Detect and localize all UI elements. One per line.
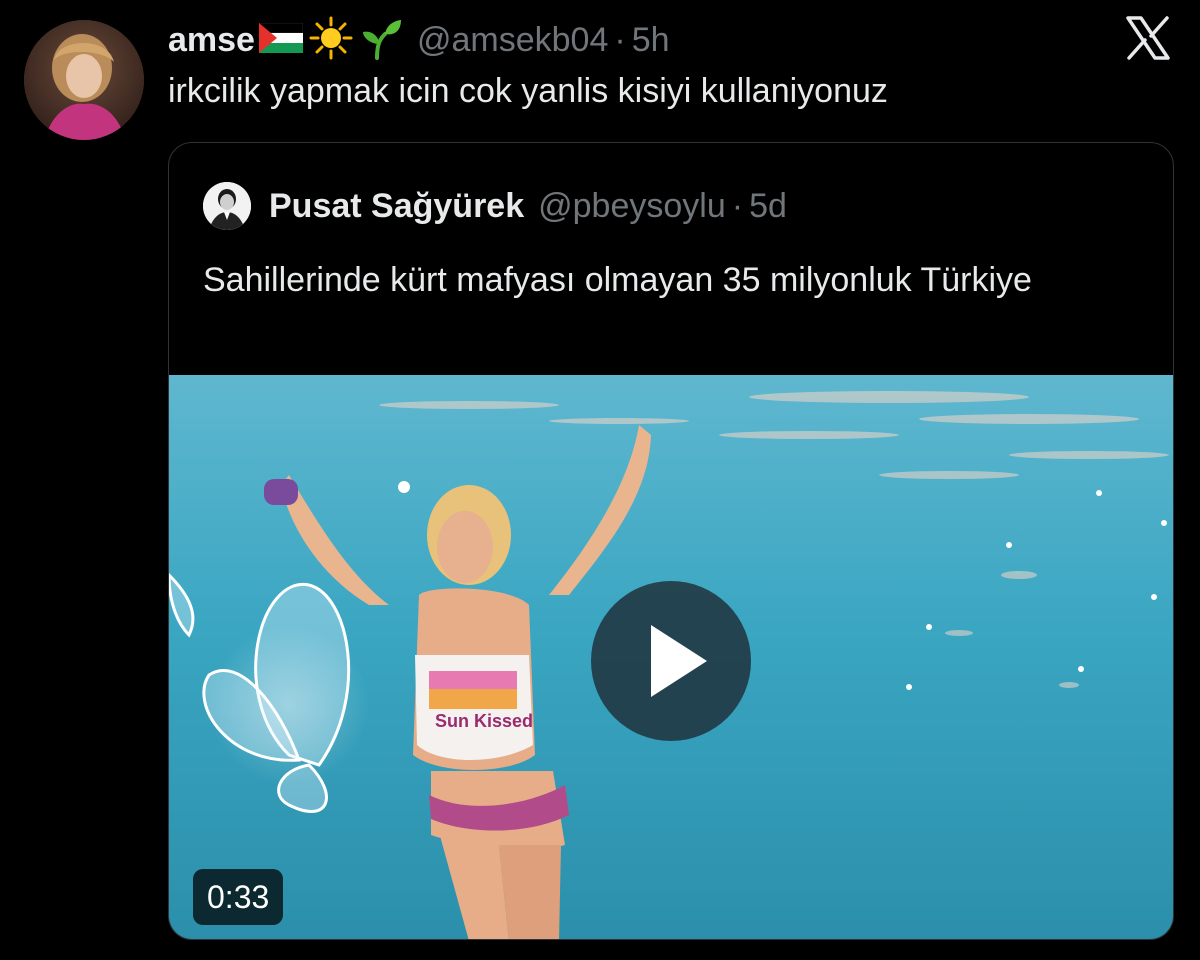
quoted-tweet-timestamp[interactable]: 5d [749,187,787,226]
author-name[interactable]: amse [168,21,255,60]
seedling-icon [359,16,403,65]
quoted-tweet-header: Pusat Sağyürek @pbeysoylu · 5d [203,181,787,231]
quoted-author-name[interactable]: Pusat Sağyürek [269,187,524,226]
quoted-author-handle[interactable]: @pbeysoylu [538,187,726,226]
x-logo-icon[interactable] [1124,14,1172,62]
quoted-tweet-text: Sahillerinde kürt mafyası olmayan 35 mil… [203,261,1032,299]
quoted-author-avatar[interactable] [203,182,251,230]
meta-separator: · [614,20,626,59]
quoted-meta-separator: · [731,186,744,225]
tweet-text: irkcilik yapmak icin cok yanlis kisiyi k… [168,72,888,110]
video-player[interactable]: Sun Kissed 0:33 [169,375,1173,939]
author-avatar[interactable] [24,20,144,140]
author-handle[interactable]: @amsekb04 [417,21,608,60]
video-duration-badge: 0:33 [193,869,284,925]
shirt-print-text: Sun Kissed [435,711,533,731]
sun-icon [309,16,353,65]
quoted-tweet-card[interactable]: Pusat Sağyürek @pbeysoylu · 5d Sahilleri… [168,142,1174,940]
palestine-flag-icon [258,22,304,58]
author-emoji-row [258,16,403,65]
tweet-timestamp[interactable]: 5h [632,21,670,60]
play-icon [651,625,707,697]
play-button[interactable] [591,581,751,741]
tweet-header: amse @amsekb04 · 5h [168,14,670,66]
